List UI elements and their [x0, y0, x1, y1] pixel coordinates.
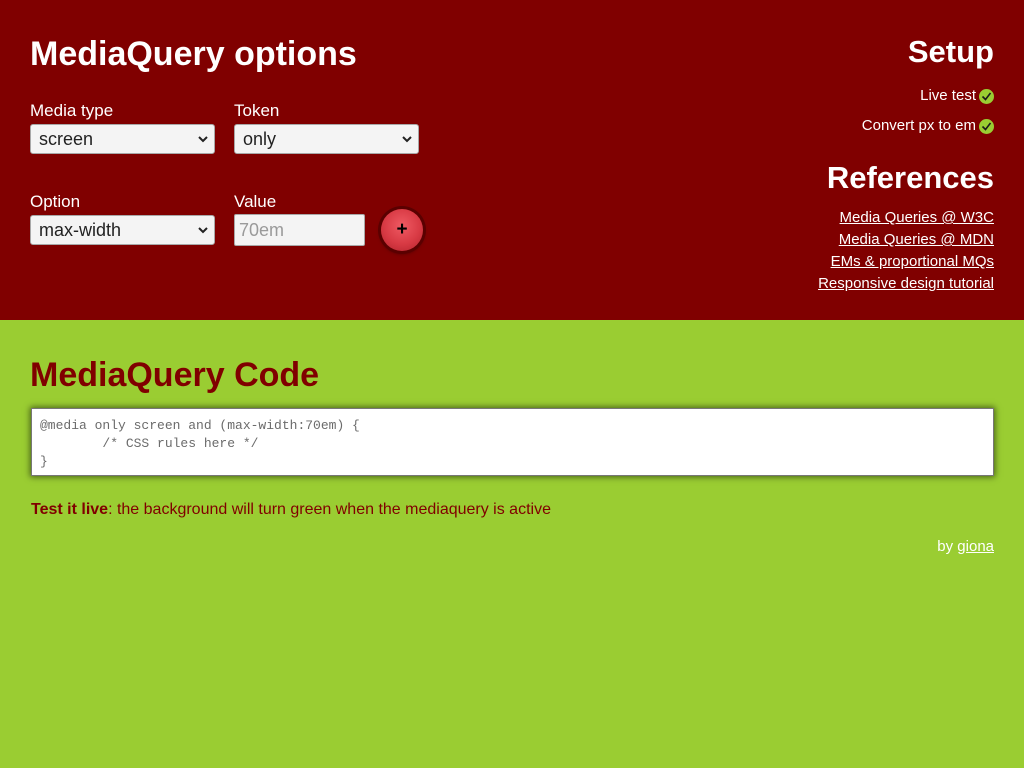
reference-link-responsive[interactable]: Responsive design tutorial [818, 275, 994, 293]
option-label: Option [30, 192, 81, 211]
check-icon [979, 118, 994, 134]
media-type-select[interactable]: screen [30, 124, 215, 154]
byline-prefix: by [937, 538, 958, 555]
test-hint: Test it live: the background will turn g… [31, 500, 551, 520]
author-link[interactable]: giona [957, 538, 994, 555]
media-type-label: Media type [30, 101, 114, 120]
option-value: max-width [39, 220, 122, 240]
reference-link-w3c[interactable]: Media Queries @ W3C [840, 209, 994, 227]
setup-item-live-test[interactable]: Live test [920, 87, 994, 105]
setup-item-label: Live test [920, 87, 976, 104]
test-hint-strong: Test it live [31, 501, 109, 518]
reference-link-ems[interactable]: EMs & proportional MQs [831, 253, 994, 271]
options-panel: MediaQuery options Media type screen Tok… [0, 0, 1024, 320]
code-output[interactable]: @media only screen and (max-width:70em) … [31, 408, 994, 476]
byline: by giona [937, 538, 994, 556]
references-title: References [826, 160, 994, 195]
value-label: Value [234, 192, 277, 211]
value-input[interactable] [234, 214, 365, 246]
setup-title: Setup [907, 34, 994, 69]
media-type-value: screen [39, 129, 94, 149]
test-hint-text: : the background will turn green when th… [108, 501, 551, 518]
option-select[interactable]: max-width [30, 215, 215, 245]
token-value: only [243, 129, 277, 149]
add-button[interactable]: + [381, 209, 423, 251]
chevron-down-icon [198, 227, 208, 234]
chevron-down-icon [402, 136, 412, 143]
reference-link-mdn[interactable]: Media Queries @ MDN [839, 231, 994, 249]
token-label: Token [234, 101, 280, 120]
code-title: MediaQuery Code [30, 356, 320, 394]
setup-item-label: Convert px to em [861, 117, 976, 134]
setup-item-convert-px[interactable]: Convert px to em [862, 117, 994, 135]
options-title: MediaQuery options [30, 35, 357, 73]
chevron-down-icon [198, 136, 208, 143]
check-icon [979, 88, 994, 104]
token-select[interactable]: only [234, 124, 419, 154]
